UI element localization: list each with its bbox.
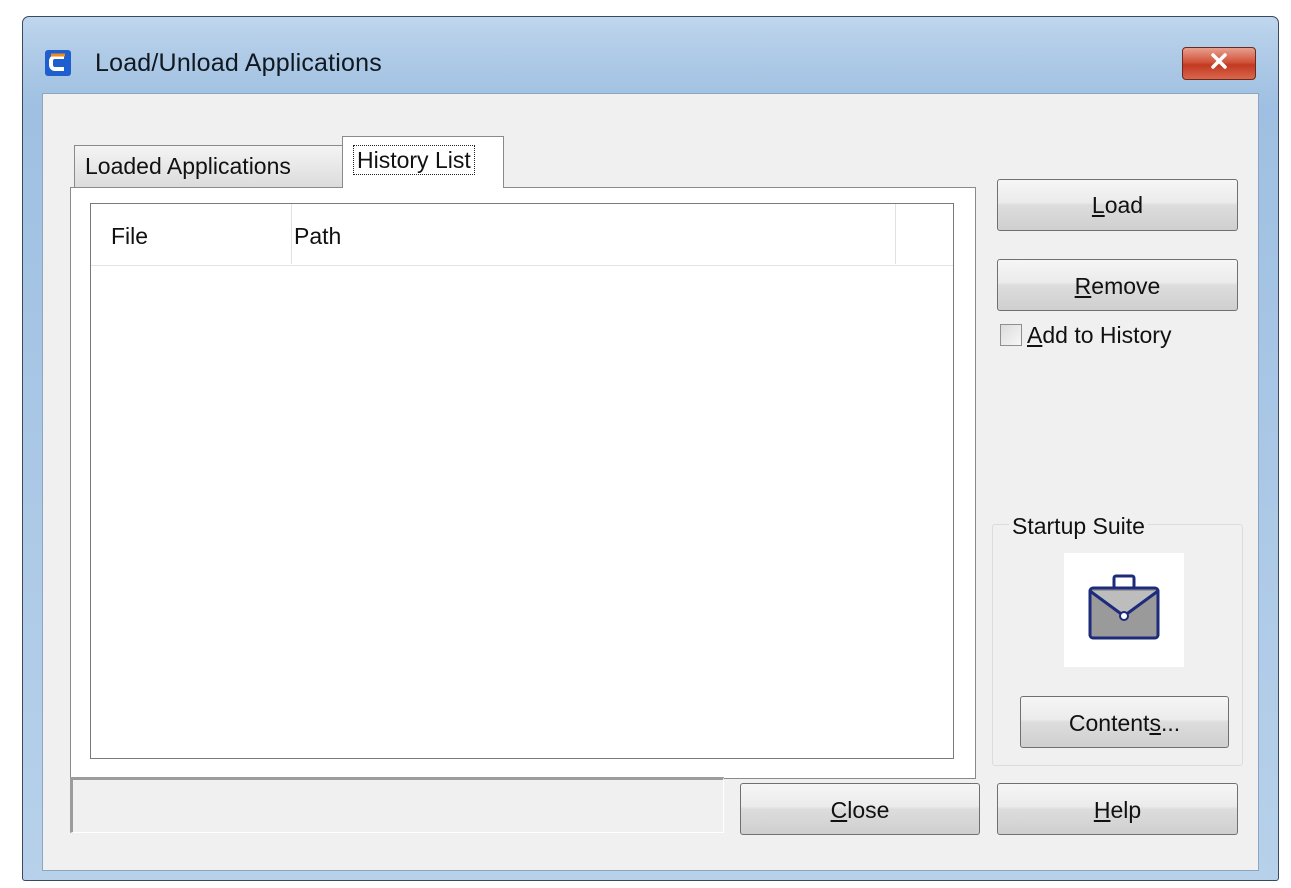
- add-to-history-label: Add to History: [1027, 322, 1171, 349]
- label-rest: dd to History: [1042, 321, 1172, 348]
- column-header-file[interactable]: File: [91, 204, 292, 264]
- contents-button[interactable]: Contents...: [1020, 696, 1229, 748]
- button-label-suffix: ...: [1160, 710, 1181, 736]
- accelerator-key: H: [1093, 797, 1111, 823]
- column-header-path[interactable]: Path: [292, 204, 896, 264]
- app-logo-icon: [45, 50, 71, 76]
- accelerator-key: s: [1149, 710, 1161, 736]
- title-bar[interactable]: Load/Unload Applications: [23, 17, 1278, 93]
- accelerator-key: R: [1074, 273, 1092, 299]
- startup-suite-icon-box: [1064, 553, 1184, 667]
- button-label-suffix: oad: [1104, 192, 1144, 218]
- window-title: Load/Unload Applications: [95, 49, 382, 77]
- dialog-client-area: Loaded Applications History List File Pa…: [42, 93, 1259, 871]
- close-button[interactable]: Close: [740, 783, 980, 835]
- tab-loaded-applications[interactable]: Loaded Applications: [74, 145, 344, 187]
- list-header: File Path: [91, 204, 953, 266]
- close-window-button[interactable]: [1182, 47, 1256, 80]
- tab-label: Loaded Applications: [85, 153, 291, 179]
- briefcase-icon: [1084, 572, 1164, 649]
- button-label-suffix: emove: [1091, 273, 1161, 299]
- tab-label: History List: [353, 145, 475, 175]
- load-unload-dialog: Load/Unload Applications Loaded Applicat…: [22, 16, 1279, 881]
- button-label-prefix: Content: [1068, 710, 1150, 736]
- add-to-history-checkbox[interactable]: [1000, 324, 1022, 346]
- history-list-panel: File Path: [70, 187, 976, 779]
- remove-button[interactable]: Remove: [997, 259, 1238, 311]
- status-field: [70, 777, 724, 833]
- column-header-spacer: [896, 204, 953, 264]
- accelerator-key: A: [1027, 321, 1043, 348]
- button-label-suffix: elp: [1110, 797, 1142, 823]
- accelerator-key: C: [830, 797, 848, 823]
- tab-history-list[interactable]: History List: [342, 136, 504, 188]
- accelerator-key: L: [1091, 192, 1105, 218]
- help-button[interactable]: Help: [997, 783, 1238, 835]
- startup-suite-title: Startup Suite: [1009, 513, 1148, 540]
- button-label-suffix: lose: [847, 797, 890, 823]
- add-to-history-checkbox-row[interactable]: Add to History: [1000, 318, 1171, 352]
- history-listview[interactable]: File Path: [90, 203, 954, 759]
- close-icon: [1210, 53, 1228, 74]
- load-button[interactable]: Load: [997, 179, 1238, 231]
